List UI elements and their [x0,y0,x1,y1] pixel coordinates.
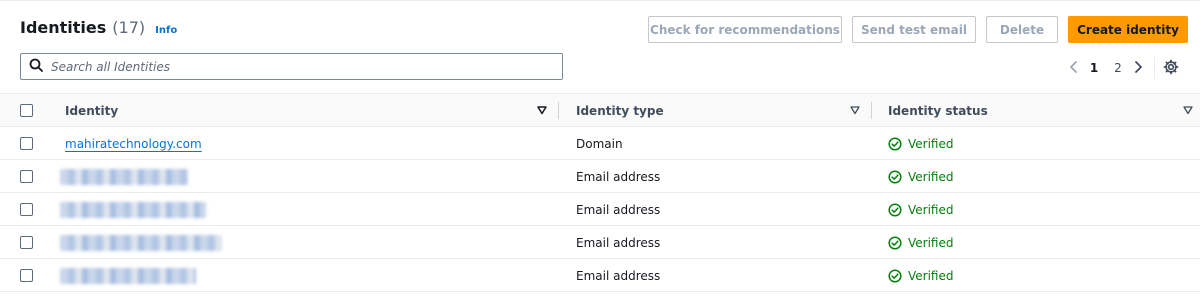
identity-link[interactable]: mahiratechnology.com [65,127,202,160]
row-checkbox[interactable] [20,236,33,249]
column-header-identity[interactable]: Identity [65,94,118,127]
check-circle-icon [888,136,902,151]
delete-button[interactable]: Delete [986,16,1058,43]
status-badge: Verified [888,193,954,226]
check-circle-icon [888,169,902,184]
page-1[interactable]: 1 [1082,61,1106,75]
previous-page-icon[interactable] [1066,59,1082,78]
column-header-identity-type[interactable]: Identity type [576,94,664,127]
status-badge: Verified [888,226,954,259]
pagination: 1 2 [1066,57,1179,79]
column-header-identity-status[interactable]: Identity status [888,94,988,127]
table-row[interactable]: Email address Verified [0,259,1200,292]
sort-identity-type-icon[interactable] [850,106,860,115]
status-text: Verified [908,268,954,283]
redacted-email [60,235,222,251]
sort-identity-status-icon[interactable] [1183,106,1193,115]
status-badge: Verified [888,127,954,160]
status-text: Verified [908,235,954,250]
identities-panel: Identities (17) Info Check for recommend… [0,0,1200,299]
column-divider [871,102,872,119]
search-icon [29,57,43,76]
send-test-email-button[interactable]: Send test email [852,16,976,43]
page-2[interactable]: 2 [1106,61,1130,75]
row-checkbox[interactable] [20,170,33,183]
sort-identity-icon[interactable] [537,106,547,115]
page-title-text: Identities [20,18,107,37]
row-checkbox[interactable] [20,203,33,216]
table-row[interactable]: Email address Verified [0,226,1200,259]
identity-type: Email address [576,169,661,184]
table-row[interactable]: Email address Verified [0,160,1200,193]
column-divider [558,102,559,119]
identity-count: (17) [112,18,146,37]
check-circle-icon [888,202,902,217]
status-badge: Verified [888,160,954,193]
table-row[interactable]: Email address Verified [0,193,1200,226]
info-link[interactable]: Info [155,25,177,36]
identity-type: Email address [576,235,661,250]
status-badge: Verified [888,259,954,292]
redacted-email [60,169,188,185]
check-circle-icon [888,235,902,250]
identity-type: Domain [576,136,623,151]
redacted-email [60,202,206,218]
check-recommendations-button[interactable]: Check for recommendations [648,16,842,43]
select-all-checkbox[interactable] [20,104,33,117]
row-checkbox[interactable] [20,137,33,150]
check-circle-icon [888,268,902,283]
identity-type: Email address [576,202,661,217]
next-page-icon[interactable] [1130,59,1146,78]
pager-divider [1154,57,1155,79]
identity-type: Email address [576,268,661,283]
status-text: Verified [908,169,954,184]
search-input[interactable] [51,59,551,74]
create-identity-button[interactable]: Create identity [1068,16,1188,43]
table-row[interactable]: mahiratechnology.com Domain Verified [0,127,1200,160]
search-box[interactable] [20,53,563,80]
table-header: Identity Identity type Identity status [0,93,1200,127]
redacted-email [60,268,196,284]
status-text: Verified [908,136,954,151]
row-checkbox[interactable] [20,269,33,282]
settings-gear-icon[interactable] [1163,59,1179,78]
status-text: Verified [908,202,954,217]
page-title: Identities (17) Info [20,18,177,37]
